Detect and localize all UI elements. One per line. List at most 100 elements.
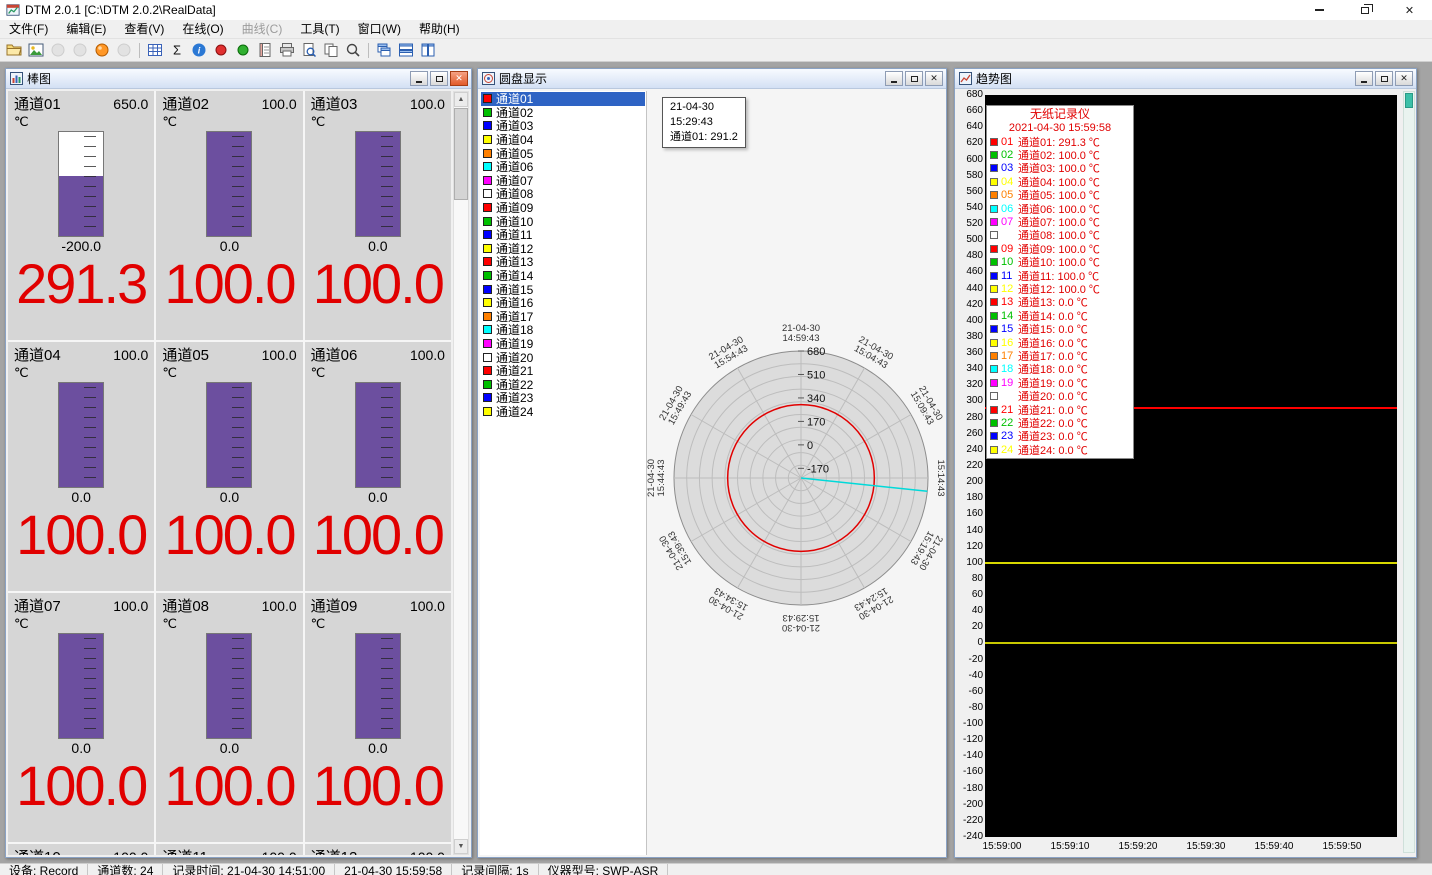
channel-color-swatch	[990, 258, 998, 266]
disc-window-titlebar[interactable]: 圆盘显示 ✕	[478, 69, 946, 89]
main-titlebar[interactable]: DTM 2.0.1 [C:\DTM 2.0.2\RealData] ✕	[0, 0, 1432, 20]
bar-gauge-cell: 通道01 650.0 ℃ -200.0 291.3	[8, 91, 154, 340]
x-tick-label: 15:59:50	[1312, 841, 1372, 852]
gauge-unit: ℃	[311, 114, 445, 129]
close-button[interactable]: ✕	[1387, 0, 1432, 20]
cascade-windows-button[interactable]	[373, 40, 395, 60]
trend-minimize-button[interactable]	[1355, 71, 1373, 86]
open-folder-button[interactable]	[3, 40, 25, 60]
legend-row: 09 通道09: 100.0 ℃	[989, 242, 1131, 255]
copy-button[interactable]	[320, 40, 342, 60]
print-preview-button[interactable]	[298, 40, 320, 60]
gray-ball-2-button[interactable]	[69, 40, 91, 60]
image-view-button[interactable]	[25, 40, 47, 60]
bar-gauge	[206, 382, 252, 488]
scrollbar-thumb[interactable]	[1405, 93, 1413, 108]
zoom-button[interactable]	[342, 40, 364, 60]
channel-color-swatch	[483, 108, 492, 117]
disc-restore-button[interactable]	[905, 71, 923, 86]
channel-color-swatch	[483, 298, 492, 307]
trend-line	[985, 562, 1397, 564]
alarm-orange-ball-button[interactable]	[91, 40, 113, 60]
y-tick-label: 140	[955, 526, 983, 536]
gauge-unit: ℃	[14, 616, 148, 631]
bar-close-button[interactable]: ✕	[450, 71, 468, 86]
channel-color-swatch	[483, 366, 492, 375]
green-ball-button[interactable]	[232, 40, 254, 60]
y-tick-label: 440	[955, 284, 983, 294]
bar-window-title: 棒图	[27, 70, 408, 87]
y-tick-label: -40	[955, 671, 983, 681]
channel-color-swatch	[483, 217, 492, 226]
y-tick-label: -60	[955, 687, 983, 697]
bar-restore-button[interactable]	[430, 71, 448, 86]
gauge-header: 通道12 100.0	[311, 846, 445, 855]
trend-restore-button[interactable]	[1375, 71, 1393, 86]
menu-item[interactable]: 编辑(E)	[57, 20, 115, 38]
x-tick-label: 15:59:00	[972, 841, 1032, 852]
minimize-icon	[891, 81, 897, 83]
bar-gauge-cell: 通道02 100.0 ℃ 0.0 100.0	[156, 91, 302, 340]
menu-item[interactable]: 文件(F)	[0, 20, 57, 38]
red-ball-button[interactable]	[210, 40, 232, 60]
y-tick-label: 0	[955, 638, 983, 648]
minimize-button[interactable]	[1297, 0, 1342, 20]
channel-reading: 通道07: 100.0 ℃	[1018, 215, 1100, 228]
channel-color-swatch	[483, 312, 492, 321]
gauge-header: 通道01 650.0	[14, 93, 148, 114]
legend-row: 15 通道15: 0.0 ℃	[989, 322, 1131, 335]
info-button[interactable]: i	[188, 40, 210, 60]
gauge-unit: ℃	[14, 114, 148, 129]
menu-item[interactable]: 工具(T)	[291, 20, 348, 38]
menu-item[interactable]: 帮助(H)	[410, 20, 469, 38]
menu-item[interactable]: 曲线(C)	[233, 20, 292, 38]
table-view-button[interactable]	[144, 40, 166, 60]
scroll-down-icon[interactable]: ▼	[454, 839, 468, 854]
notebook-button[interactable]	[254, 40, 276, 60]
disc-close-button[interactable]: ✕	[925, 71, 943, 86]
print-button[interactable]	[276, 40, 298, 60]
gray-ball-1-button[interactable]	[47, 40, 69, 60]
gray-ball-3-button[interactable]	[113, 40, 135, 60]
channel-number: 01	[1001, 136, 1018, 148]
channel-value: 100.0	[162, 507, 296, 563]
disc-minimize-button[interactable]	[885, 71, 903, 86]
bar-window-titlebar[interactable]: 棒图 ✕	[6, 69, 471, 89]
disc-window-content: 通道01 通道02 通道03 通道04 通道05 通道06 通道07 通道08 …	[478, 89, 946, 857]
legend-row: 20 通道20: 0.0 ℃	[989, 389, 1131, 402]
menu-item[interactable]: 窗口(W)	[349, 20, 410, 38]
channel-number: 12	[1001, 283, 1018, 295]
sum-button[interactable]: Σ	[166, 40, 188, 60]
gauge-max-value: 100.0	[113, 598, 148, 614]
scroll-up-icon[interactable]: ▲	[454, 92, 468, 107]
channel-reading: 通道23: 0.0 ℃	[1018, 430, 1088, 443]
menu-item[interactable]: 查看(V)	[115, 20, 173, 38]
disc-channel-item[interactable]: 通道24	[481, 405, 645, 419]
bar-scrollbar[interactable]: ▲ ▼	[453, 91, 469, 855]
channel-color-swatch	[990, 164, 998, 172]
scrollbar-thumb[interactable]	[454, 108, 468, 200]
channel-color-swatch	[483, 285, 492, 294]
trend-window-titlebar[interactable]: 趋势图 ✕	[955, 69, 1416, 89]
channel-label: 通道04	[14, 344, 61, 365]
bar-minimize-button[interactable]	[410, 71, 428, 86]
channel-reading: 通道21: 0.0 ℃	[1018, 403, 1088, 416]
channel-color-swatch	[990, 312, 998, 320]
channel-value: 100.0	[311, 758, 445, 814]
status-instrument-model: 仪器型号: SWP-ASR	[539, 864, 669, 875]
restore-button[interactable]	[1342, 0, 1387, 20]
channel-color-swatch	[483, 135, 492, 144]
y-tick-label: -140	[955, 751, 983, 761]
channel-number: 05	[1001, 189, 1018, 201]
tile-vertical-button[interactable]	[417, 40, 439, 60]
channel-number: 16	[1001, 337, 1018, 349]
system-buttons: ✕	[1297, 0, 1432, 20]
polar-tick-label: 340	[807, 393, 825, 405]
trend-scrollbar[interactable]	[1403, 91, 1415, 853]
tile-horizontal-button[interactable]	[395, 40, 417, 60]
trend-close-button[interactable]: ✕	[1395, 71, 1413, 86]
bar-gauge-cell: 通道07 100.0 ℃ 0.0 100.0	[8, 593, 154, 842]
menu-item[interactable]: 在线(O)	[173, 20, 232, 38]
y-tick-label: -100	[955, 719, 983, 729]
y-tick-label: 300	[955, 396, 983, 406]
